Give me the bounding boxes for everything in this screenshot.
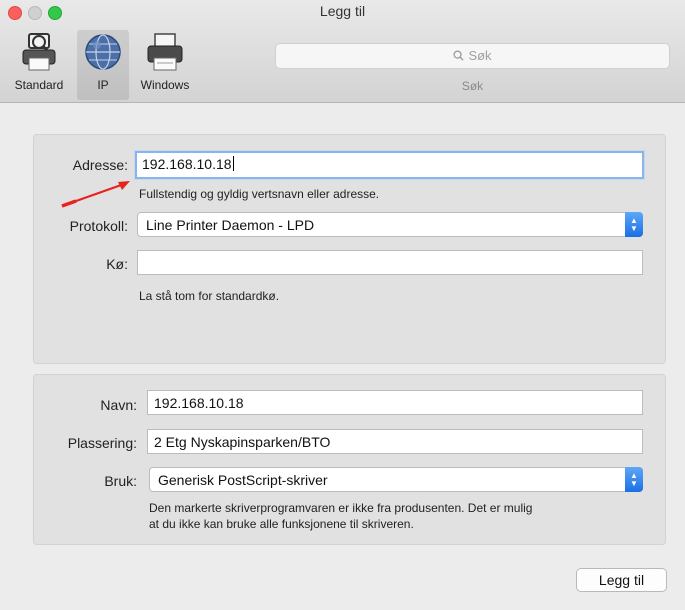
annotation-arrow: [61, 181, 130, 208]
driver-warning-line1: Den markerte skriverprogramvaren er ikke…: [149, 501, 533, 515]
search-placeholder-text: Søk: [468, 48, 492, 63]
name-input[interactable]: 192.168.10.18: [147, 390, 643, 415]
name-label: Navn:: [100, 397, 137, 413]
globe-icon: [85, 34, 121, 70]
address-input[interactable]: 192.168.10.18: [135, 151, 644, 179]
toolbar-item-windows[interactable]: Windows: [131, 30, 199, 100]
use-select[interactable]: Generisk PostScript-skriver ▲ ▼: [149, 467, 643, 492]
location-input[interactable]: 2 Etg Nyskapinsparken/BTO: [147, 429, 643, 454]
standard-printer-icon: [22, 33, 56, 71]
queue-input[interactable]: [137, 250, 643, 275]
window-title: Legg til: [319, 3, 366, 19]
name-value: 192.168.10.18: [154, 395, 244, 411]
protocol-label: Protokoll:: [69, 218, 128, 234]
location-label: Plassering:: [67, 435, 137, 451]
search-placeholder: Søk: [276, 48, 669, 63]
text-cursor: [232, 156, 234, 171]
queue-label: Kø:: [106, 256, 128, 272]
windows-printer-icon: [147, 33, 183, 71]
queue-hint: La stå tom for standardkø.: [139, 289, 280, 303]
toolbar-item-label: IP: [97, 78, 109, 92]
protocol-select[interactable]: Line Printer Daemon - LPD ▲ ▼: [137, 212, 643, 237]
address-hint: Fullstendig og gyldig vertsnavn eller ad…: [139, 187, 380, 201]
toolbar-item-ip[interactable]: IP: [77, 30, 129, 100]
toolbar-item-label: Standard: [14, 78, 64, 92]
address-value: 192.168.10.18: [142, 156, 232, 172]
search-caption: Søk: [461, 79, 484, 93]
address-label: Adresse:: [72, 157, 128, 173]
toolbar-item-standard[interactable]: Standard: [6, 30, 72, 100]
protocol-value: Line Printer Daemon - LPD: [146, 217, 315, 233]
add-printer-window: Legg til Standard IP Windows Søk Søk Adr…: [0, 0, 685, 610]
driver-warning-line2: at du ikke kan bruke alle funksjonene ti…: [149, 517, 414, 531]
location-value: 2 Etg Nyskapinsparken/BTO: [154, 434, 331, 450]
use-label: Bruk:: [104, 473, 137, 489]
use-value: Generisk PostScript-skriver: [158, 472, 328, 488]
chevron-updown-icon: ▲ ▼: [625, 467, 643, 492]
add-button[interactable]: Legg til: [576, 568, 667, 592]
toolbar: Legg til Standard IP Windows Søk Søk: [0, 0, 685, 103]
toolbar-item-label: Windows: [140, 78, 190, 92]
search-icon: [453, 50, 465, 61]
search-input[interactable]: Søk: [275, 43, 670, 69]
chevron-updown-icon: ▲ ▼: [625, 212, 643, 237]
